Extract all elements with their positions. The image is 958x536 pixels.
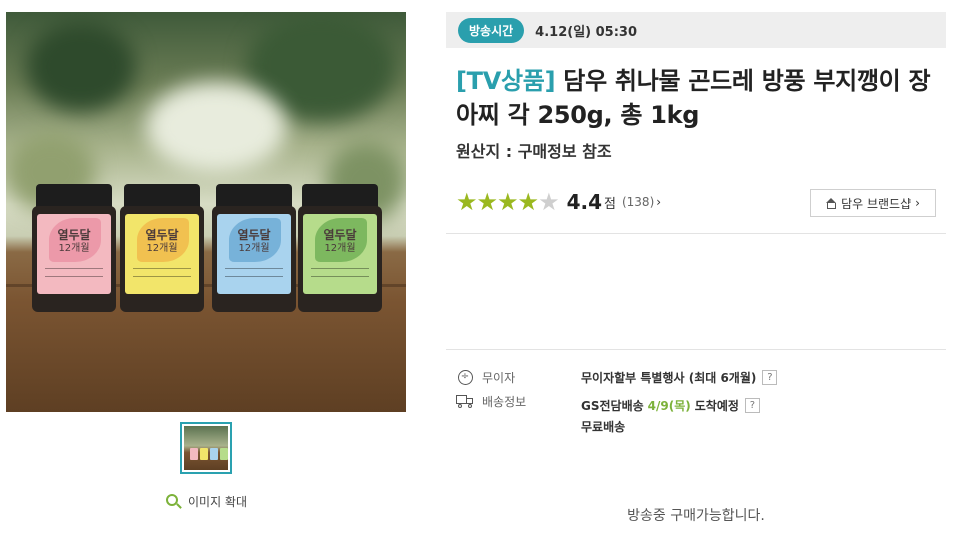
image-thumbnail[interactable]	[180, 422, 232, 474]
product-main-image: 열두달 12개월 열두달 12개월 열두달 12개월 열두달 12개월	[6, 12, 406, 412]
jar-label: 열두달 12개월	[303, 214, 377, 294]
delivery-row: 배송정보	[456, 392, 526, 410]
jar-green: 열두달 12개월	[298, 184, 382, 312]
divider	[446, 349, 946, 350]
star-filled-icon: ★	[476, 188, 498, 216]
jar-label: 열두달 12개월	[125, 214, 199, 294]
installment-label: 무이자	[482, 370, 516, 385]
star-filled-icon: ★	[517, 188, 539, 216]
broadcast-time: 4.12(일) 05:30	[535, 24, 637, 40]
jar-label: 열두달 12개월	[217, 214, 291, 294]
installment-value: 무이자할부 특별행사 (최대 6개월) ?	[581, 369, 778, 386]
chevron-right-icon: ›	[656, 195, 662, 209]
broadcast-time-bar: 방송시간 4.12(일) 05:30	[446, 12, 946, 48]
divider	[446, 233, 946, 234]
brand-shop-label: 담우 브랜드샵	[841, 196, 912, 211]
star-filled-icon: ★	[456, 188, 477, 216]
delivery-suffix: 도착예정	[694, 399, 739, 413]
image-zoom-button[interactable]: 이미지 확대	[166, 493, 247, 510]
jar-subtitle: 12개월	[238, 243, 270, 254]
jar-subtitle: 12개월	[146, 243, 178, 254]
tv-product-tag: [TV상품]	[456, 67, 556, 95]
product-title: [TV상품] 담우 취나물 곤드레 방풍 부지깽이 장아찌 각 250g, 총 …	[456, 64, 942, 132]
jar-blue: 열두달 12개월	[212, 184, 296, 312]
broadcast-badge: 방송시간	[458, 17, 525, 43]
jar-title: 열두달	[323, 228, 357, 242]
truck-icon	[456, 394, 474, 408]
coin-icon: ÷	[457, 369, 473, 385]
star-filled-icon: ★	[497, 188, 518, 216]
image-zoom-label: 이미지 확대	[188, 495, 248, 509]
jar-subtitle: 12개월	[324, 243, 356, 254]
on-air-notice: 방송중 구매가능합니다.	[627, 508, 765, 524]
brand-shop-button[interactable]: 담우 브랜드샵 ›	[810, 189, 936, 217]
magnifier-icon	[166, 493, 182, 510]
review-count: (138)	[621, 195, 655, 209]
product-origin: 원산지 : 구매정보 참조	[456, 142, 612, 161]
installment-row: ÷ 무이자	[456, 368, 515, 386]
rating-score-unit: 점	[604, 196, 616, 212]
star-empty-icon: ★	[538, 188, 559, 216]
delivery-prefix: GS전담배송	[581, 399, 644, 413]
product-rating: ★★★★★ 4.4 점 (138) ›	[456, 189, 661, 215]
jar-title: 열두달	[145, 228, 179, 242]
jar-label: 열두달 12개월	[37, 214, 111, 294]
thumbnail-image	[184, 426, 228, 470]
review-count-link[interactable]: (138) ›	[622, 195, 661, 209]
chevron-right-icon: ›	[915, 196, 920, 210]
home-icon	[826, 197, 837, 209]
delivery-label: 배송정보	[482, 394, 527, 409]
jar-title: 열두달	[237, 228, 271, 242]
jar-pink: 열두달 12개월	[32, 184, 116, 312]
rating-stars: ★★★★★	[456, 188, 560, 216]
delivery-fee: 무료배송	[581, 420, 626, 434]
installment-text: 무이자할부 특별행사 (최대 6개월)	[581, 371, 757, 385]
background-foliage	[26, 22, 136, 112]
jar-subtitle: 12개월	[58, 243, 90, 254]
delivery-value: GS전담배송 4/9(목) 도착예정 ?	[581, 397, 760, 414]
rating-score: 4.4	[566, 190, 603, 214]
background-light	[146, 82, 286, 172]
jar-yellow: 열두달 12개월	[120, 184, 204, 312]
jar-title: 열두달	[57, 228, 91, 242]
installment-help-icon[interactable]: ?	[762, 370, 778, 385]
delivery-date: 4/9(목)	[647, 399, 691, 413]
delivery-help-icon[interactable]: ?	[744, 398, 760, 413]
